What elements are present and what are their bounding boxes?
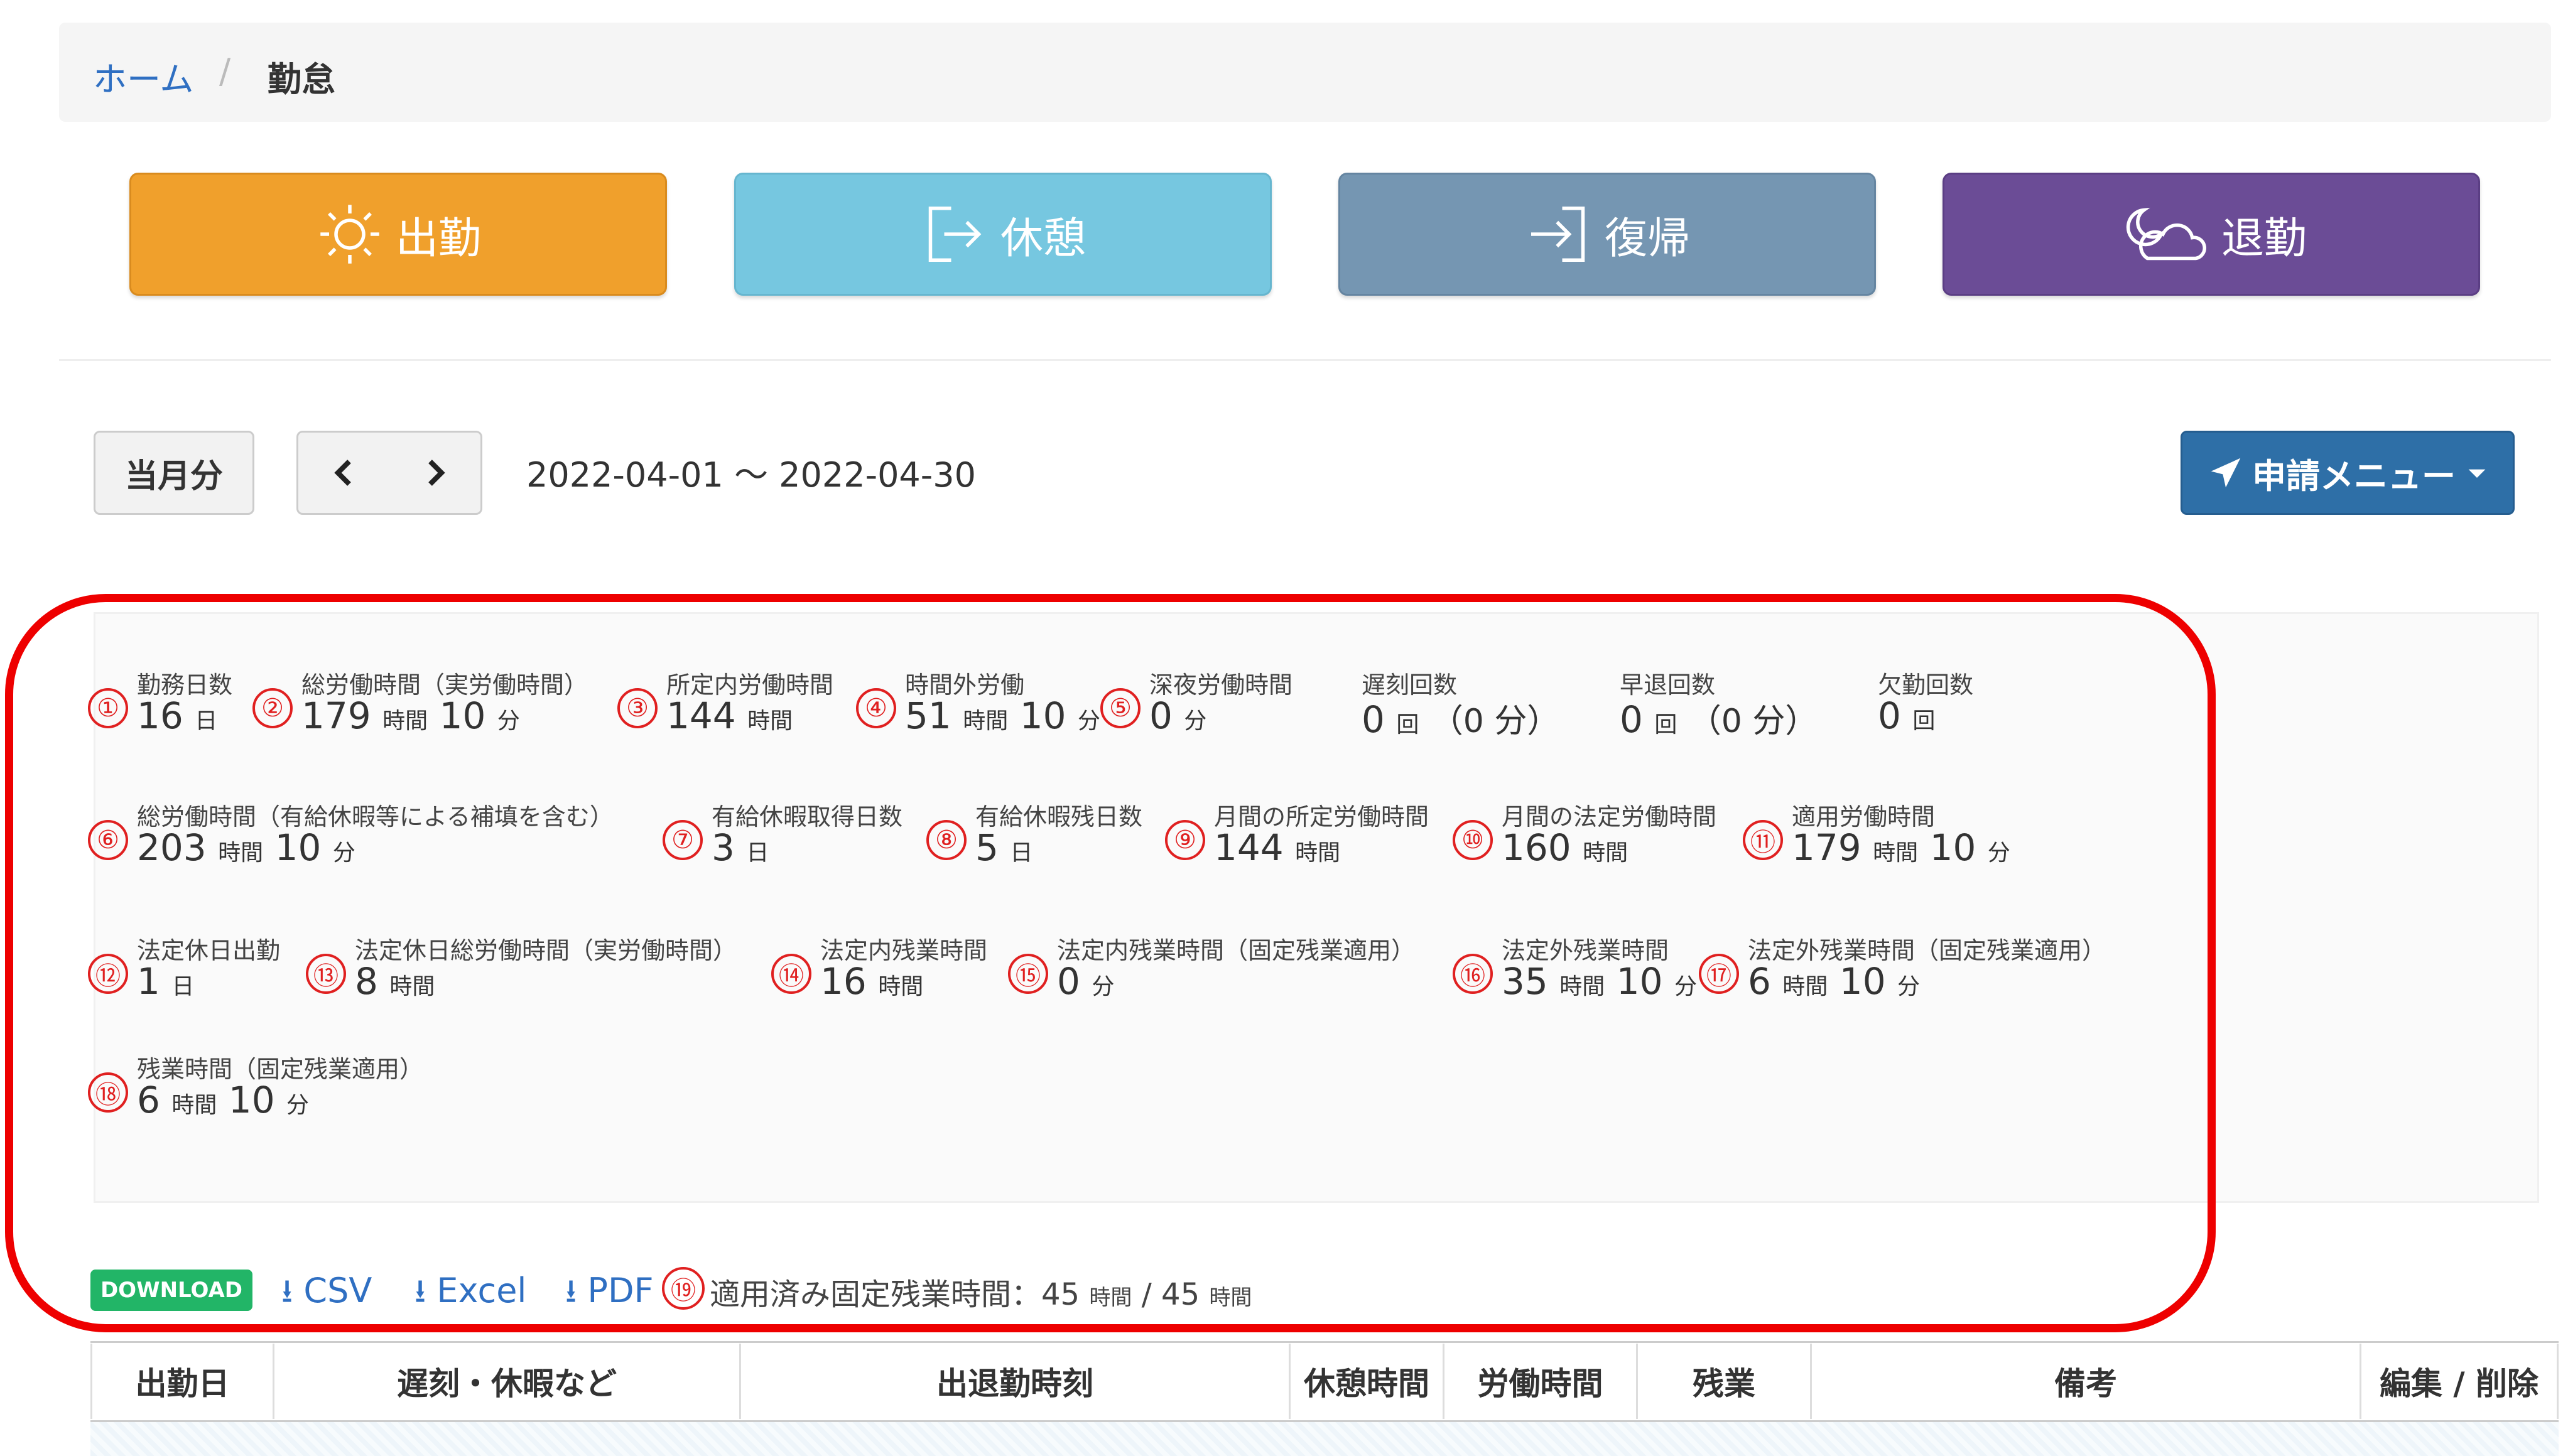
apply-menu-button[interactable]: 申請メニュー	[2181, 431, 2515, 515]
table-header-cell[interactable]: 残業	[1638, 1344, 1812, 1419]
annotation-number-19: ⑲	[662, 1267, 705, 1310]
sign-out-icon	[928, 207, 982, 262]
sun-icon	[320, 205, 379, 264]
return-label: 復帰	[1604, 213, 1690, 264]
table-header-cell[interactable]: 編集 / 削除	[2361, 1344, 2559, 1419]
table-header-cell[interactable]: 出退勤時刻	[741, 1344, 1291, 1419]
pdf-label: PDF	[587, 1271, 654, 1310]
sign-in-icon	[1531, 207, 1585, 262]
table-header-cell[interactable]: 出勤日	[90, 1344, 274, 1419]
download-icon: ⭳	[415, 1273, 426, 1310]
download-badge: DOWNLOAD	[90, 1270, 252, 1311]
caret-down-icon	[2468, 469, 2486, 478]
breadcrumb: ホーム / 勤怠	[59, 23, 2551, 122]
fixed-overtime-unit2: 時間	[1209, 1285, 1252, 1310]
clock-in-button[interactable]: 出勤	[129, 173, 667, 296]
clock-out-button[interactable]: 退勤	[1943, 173, 2480, 296]
download-excel-link[interactable]: ⭳ Excel	[415, 1267, 526, 1323]
fixed-overtime-unit: 時間	[1089, 1285, 1132, 1310]
divider	[59, 359, 2551, 361]
download-pdf-link[interactable]: ⭳ PDF	[565, 1267, 654, 1323]
clock-in-label: 出勤	[395, 213, 481, 264]
table-header-cell[interactable]: 休憩時間	[1291, 1344, 1444, 1419]
paper-plane-icon	[2211, 458, 2241, 488]
next-month-button[interactable]	[389, 431, 482, 515]
table-header-cell[interactable]: 遅刻・休暇など	[274, 1344, 741, 1419]
fixed-overtime-applied: 適用済み固定残業時間：45 時間 / 45 時間	[710, 1270, 1252, 1313]
breadcrumb-current: 勤怠	[268, 60, 335, 99]
return-button[interactable]: 復帰	[1338, 173, 1876, 296]
fixed-overtime-total: / 45	[1141, 1277, 1200, 1312]
download-csv-link[interactable]: ⭳ CSV	[281, 1267, 372, 1323]
prev-month-button[interactable]	[296, 431, 391, 515]
clock-out-label: 退勤	[2221, 213, 2307, 264]
date-range: 2022-04-01 ～ 2022-04-30	[526, 455, 976, 495]
csv-label: CSV	[303, 1271, 372, 1310]
table-header-cell[interactable]: 備考	[1812, 1344, 2361, 1419]
break-button[interactable]: 休憩	[734, 173, 1272, 296]
moon-cloud-icon	[2126, 207, 2206, 261]
current-month-button[interactable]: 当月分	[94, 431, 254, 515]
apply-menu-label: 申請メニュー	[2252, 456, 2456, 496]
fixed-overtime-label: 適用済み固定残業時間：45	[710, 1277, 1080, 1312]
break-label: 休憩	[1000, 213, 1086, 264]
breadcrumb-home-link[interactable]: ホーム	[93, 51, 193, 101]
download-icon: ⭳	[281, 1273, 293, 1310]
table-row[interactable]	[90, 1420, 2559, 1456]
download-icon: ⭳	[565, 1273, 577, 1310]
excel-label: Excel	[436, 1271, 527, 1310]
chevron-left-icon	[333, 460, 351, 486]
table-header-cell[interactable]: 労働時間	[1444, 1344, 1638, 1419]
chevron-right-icon	[428, 460, 445, 486]
breadcrumb-separator: /	[219, 51, 231, 91]
highlight-outline	[5, 594, 2216, 1332]
